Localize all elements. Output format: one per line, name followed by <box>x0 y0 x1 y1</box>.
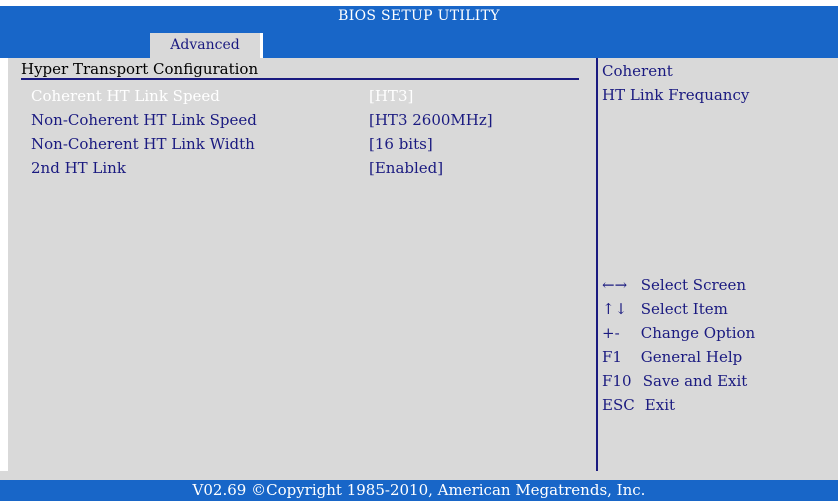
setting-value[interactable]: [Enabled] <box>369 159 443 177</box>
section-title: Hyper Transport Configuration <box>21 60 259 78</box>
help-line-1: Coherent <box>602 62 673 80</box>
up-down-arrows-icon: ↑↓ <box>602 300 628 318</box>
setting-row-2nd-ht-link[interactable]: 2nd HT Link [Enabled] <box>21 159 581 181</box>
bios-screen: BIOS SETUP UTILITY Advanced Hyper Transp… <box>0 0 838 501</box>
section-underline <box>21 78 579 80</box>
setting-value[interactable]: [16 bits] <box>369 135 433 153</box>
f1-key: F1 <box>602 348 622 366</box>
footer-top-strip <box>0 471 838 480</box>
key-hint-change-option: +- Change Option <box>602 324 755 346</box>
setting-label: Non-Coherent HT Link Speed <box>31 111 257 129</box>
key-hint-action: Select Screen <box>640 276 747 294</box>
left-right-arrows-icon: ←→ <box>602 276 628 294</box>
setting-value[interactable]: [HT3] <box>369 87 413 105</box>
setting-value[interactable]: [HT3 2600MHz] <box>369 111 493 129</box>
help-line-2: HT Link Frequancy <box>602 86 750 104</box>
f10-key: F10 <box>602 372 632 390</box>
key-hint-select-screen: ←→ Select Screen <box>602 276 746 298</box>
copyright-footer: V02.69 ©Copyright 1985-2010, American Me… <box>0 480 838 501</box>
plus-minus-key: +- <box>602 324 620 342</box>
key-hint-save-and-exit: F10 Save and Exit <box>602 372 747 394</box>
key-hint-exit: ESC Exit <box>602 396 675 418</box>
key-hint-select-item: ↑↓ Select Item <box>602 300 728 322</box>
setting-row-non-coherent-ht-link-width[interactable]: Non-Coherent HT Link Width [16 bits] <box>21 135 581 157</box>
setting-row-non-coherent-ht-link-speed[interactable]: Non-Coherent HT Link Speed [HT3 2600MHz] <box>21 111 581 133</box>
setting-row-coherent-ht-link-speed[interactable]: Coherent HT Link Speed [HT3] <box>21 87 581 109</box>
key-hint-general-help: F1 General Help <box>602 348 742 370</box>
esc-key: ESC <box>602 396 635 414</box>
bios-title: BIOS SETUP UTILITY <box>338 8 500 24</box>
key-hint-action: Exit <box>644 396 676 414</box>
tab-advanced[interactable]: Advanced <box>150 33 263 58</box>
key-hint-action: Save and Exit <box>642 372 748 390</box>
setting-label: 2nd HT Link <box>31 159 126 177</box>
key-hint-action: Change Option <box>640 324 756 342</box>
key-hint-action: Select Item <box>640 300 728 318</box>
header-top-strip <box>0 0 838 6</box>
setting-label: Coherent HT Link Speed <box>31 87 220 105</box>
setting-label: Non-Coherent HT Link Width <box>31 135 255 153</box>
key-hint-action: General Help <box>640 348 743 366</box>
